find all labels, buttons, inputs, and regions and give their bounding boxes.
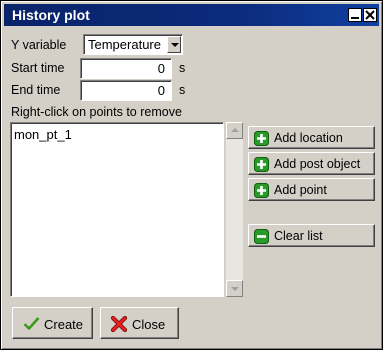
add-location-button[interactable]: Add location [248,126,375,149]
points-list[interactable]: mon_pt_1 [10,122,224,297]
start-time-field[interactable]: 0 [80,58,172,79]
add-location-label: Add location [274,131,343,145]
window-title: History plot [12,7,90,23]
add-point-button[interactable]: Add point [248,178,375,201]
plus-icon [254,131,269,146]
checkmark-icon [23,317,40,330]
add-post-object-button[interactable]: Add post object [248,152,375,175]
history-plot-window: History plot Y variable Temperature Star… [0,0,383,350]
list-scrollbar[interactable] [226,122,243,297]
start-time-value: 0 [157,61,165,76]
title-bar[interactable]: History plot [4,4,379,26]
plus-icon [254,183,269,198]
add-point-label: Add point [274,183,327,197]
scroll-down-button[interactable] [226,280,243,297]
minus-icon [254,229,269,244]
x-icon [111,316,127,332]
chevron-down-icon[interactable] [167,36,181,53]
start-time-label: Start time [11,61,65,75]
y-variable-label: Y variable [11,38,67,52]
clear-list-label: Clear list [274,229,323,243]
close-window-button[interactable] [363,8,377,22]
add-post-object-label: Add post object [274,157,361,171]
list-instruction: Right-click on points to remove [11,105,182,119]
close-label: Close [132,317,166,332]
create-label: Create [44,317,84,332]
close-icon [365,10,375,20]
minimize-button[interactable] [348,8,362,22]
end-time-unit: s [179,83,186,97]
end-time-value: 0 [157,83,165,98]
end-time-field[interactable]: 0 [80,80,172,101]
y-variable-select[interactable]: Temperature [83,34,183,55]
clear-list-button[interactable]: Clear list [248,224,375,247]
plus-icon [254,157,269,172]
list-item[interactable]: mon_pt_1 [14,127,72,142]
end-time-label: End time [11,83,61,97]
scroll-up-button[interactable] [226,122,243,139]
create-button[interactable]: Create [12,307,93,339]
y-variable-value: Temperature [88,37,161,52]
close-button[interactable]: Close [100,307,179,339]
start-time-unit: s [179,61,186,75]
